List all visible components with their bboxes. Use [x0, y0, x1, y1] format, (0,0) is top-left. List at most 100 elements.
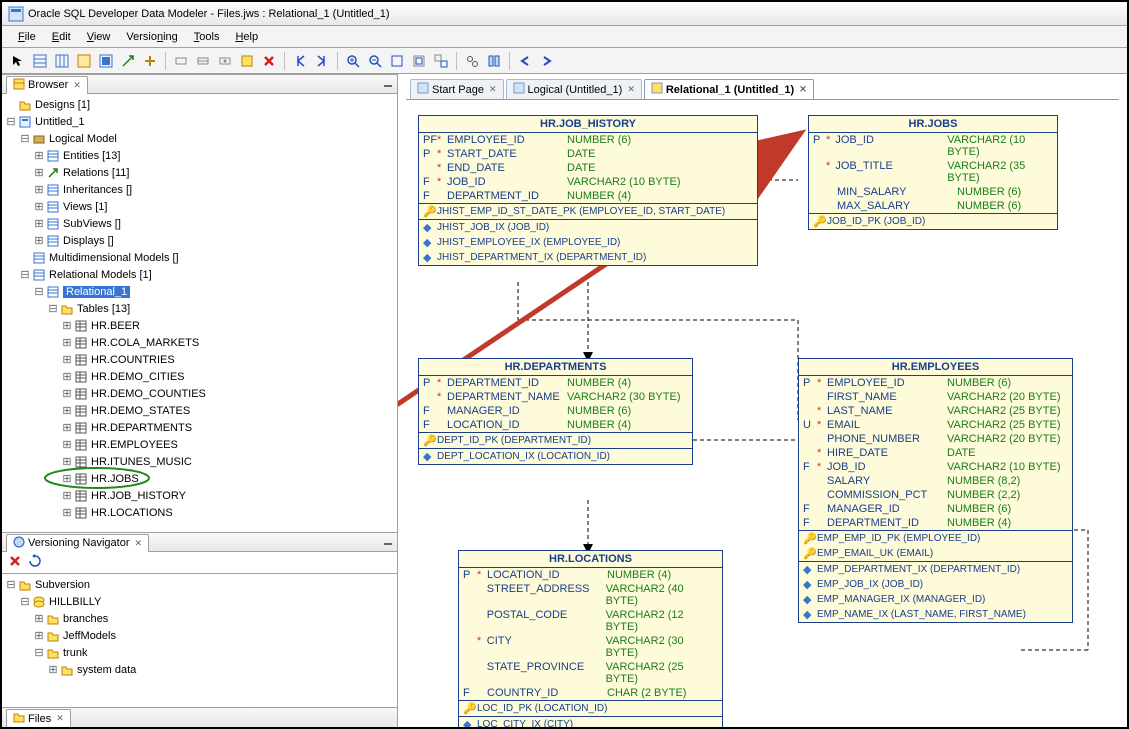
- delete-icon[interactable]: [8, 554, 22, 571]
- vtree-root[interactable]: ⊟ Subversion: [4, 576, 395, 593]
- files-tab[interactable]: Files ✕: [6, 709, 71, 727]
- menu-file[interactable]: File: [12, 29, 42, 45]
- versioning-tab[interactable]: Versioning Navigator ✕: [6, 534, 149, 552]
- menu-view[interactable]: View: [81, 29, 117, 45]
- vtree-sub[interactable]: ⊞ system data: [4, 661, 395, 678]
- close-icon[interactable]: ✕: [489, 84, 497, 95]
- tool-split[interactable]: [484, 51, 504, 71]
- close-icon[interactable]: ✕: [799, 84, 807, 95]
- tool-grid3[interactable]: [74, 51, 94, 71]
- tree-toggle[interactable]: ⊞: [60, 370, 74, 383]
- tree-toggle[interactable]: ⊞: [32, 149, 46, 162]
- editor-tab[interactable]: Relational_1 (Untitled_1) ✕: [644, 79, 814, 99]
- minimize-icon[interactable]: [383, 536, 393, 549]
- tree-toggle[interactable]: ⊞: [32, 234, 46, 247]
- tree-table-HR-DEMO_COUNTIES[interactable]: ⊞ HR.DEMO_COUNTIES: [4, 385, 395, 402]
- tool-first[interactable]: [290, 51, 310, 71]
- diagram-canvas[interactable]: HR.JOB_HISTORY PF* EMPLOYEE_IDNUMBER (6)…: [398, 100, 1127, 727]
- tree-table-HR-DEMO_CITIES[interactable]: ⊞ HR.DEMO_CITIES: [4, 368, 395, 385]
- editor-tab[interactable]: Start Page ✕: [410, 79, 504, 99]
- browser-tab[interactable]: Browser ✕: [6, 76, 88, 94]
- tree-toggle[interactable]: ⊟: [18, 132, 32, 145]
- tree-toggle[interactable]: ⊞: [32, 166, 46, 179]
- entity-HR-LOCATIONS[interactable]: HR.LOCATIONS P* LOCATION_IDNUMBER (4) ST…: [458, 550, 723, 727]
- vtree-folder[interactable]: ⊞ JeffModels: [4, 627, 395, 644]
- menu-tools[interactable]: Tools: [188, 29, 226, 45]
- menu-edit[interactable]: Edit: [46, 29, 77, 45]
- tree-toggle[interactable]: ⊟: [18, 595, 32, 608]
- tool-rect1[interactable]: [171, 51, 191, 71]
- tree-relmodels[interactable]: ⊟ Relational Models [1]: [4, 266, 395, 283]
- close-icon[interactable]: ✕: [135, 538, 143, 549]
- tool-last[interactable]: [312, 51, 332, 71]
- tree-logical-child[interactable]: ⊞ SubViews []: [4, 215, 395, 232]
- tree-toggle[interactable]: ⊞: [32, 612, 46, 625]
- tool-zoom-out[interactable]: [365, 51, 385, 71]
- tree-table-HR-DEMO_STATES[interactable]: ⊞ HR.DEMO_STATES: [4, 402, 395, 419]
- tree-tables[interactable]: ⊟ Tables [13]: [4, 300, 395, 317]
- tool-find[interactable]: [462, 51, 482, 71]
- tool-grid4[interactable]: [96, 51, 116, 71]
- versioning-tree[interactable]: ⊟ Subversion ⊟ HILLBILLY ⊞ branches ⊞ Je…: [2, 574, 397, 707]
- tree-relational1[interactable]: ⊟ Relational_1: [4, 283, 395, 300]
- tree-table-HR-BEER[interactable]: ⊞ HR.BEER: [4, 317, 395, 334]
- close-icon[interactable]: ✕: [73, 80, 81, 91]
- tree-toggle[interactable]: ⊟: [32, 646, 46, 659]
- tool-delete[interactable]: [259, 51, 279, 71]
- close-icon[interactable]: ✕: [627, 84, 635, 95]
- tool-arrow[interactable]: [118, 51, 138, 71]
- entity-HR-JOB_HISTORY[interactable]: HR.JOB_HISTORY PF* EMPLOYEE_IDNUMBER (6)…: [418, 115, 758, 266]
- tree-toggle[interactable]: ⊟: [18, 268, 32, 281]
- browser-tree[interactable]: Designs [1] ⊟ Untitled_1 ⊟ Logical Model…: [2, 94, 397, 532]
- tool-pointer[interactable]: [8, 51, 28, 71]
- minimize-icon[interactable]: [383, 78, 393, 91]
- refresh-icon[interactable]: [28, 554, 42, 571]
- tool-grid1[interactable]: [30, 51, 50, 71]
- entity-HR-JOBS[interactable]: HR.JOBS P* JOB_IDVARCHAR2 (10 BYTE) * JO…: [808, 115, 1058, 230]
- tree-toggle[interactable]: ⊞: [60, 353, 74, 366]
- tool-fit2[interactable]: [409, 51, 429, 71]
- tree-toggle[interactable]: ⊞: [60, 489, 74, 502]
- tree-table-HR-DEPARTMENTS[interactable]: ⊞ HR.DEPARTMENTS: [4, 419, 395, 436]
- tree-toggle[interactable]: ⊞: [32, 200, 46, 213]
- tree-toggle[interactable]: ⊞: [60, 455, 74, 468]
- tree-toggle[interactable]: ⊞: [32, 629, 46, 642]
- tool-expand[interactable]: [140, 51, 160, 71]
- tree-table-HR-JOB_HISTORY[interactable]: ⊞ HR.JOB_HISTORY: [4, 487, 395, 504]
- tree-toggle[interactable]: ⊞: [60, 506, 74, 519]
- tree-logical-child[interactable]: ⊞ Displays []: [4, 232, 395, 249]
- menu-versioning[interactable]: Versioning: [120, 29, 183, 45]
- tree-toggle[interactable]: ⊟: [4, 578, 18, 591]
- tree-toggle[interactable]: ⊞: [46, 663, 60, 676]
- tree-toggle[interactable]: ⊞: [60, 421, 74, 434]
- tree-logical-child[interactable]: ⊞ Inheritances []: [4, 181, 395, 198]
- tree-toggle[interactable]: ⊞: [60, 472, 74, 485]
- tree-table-HR-COUNTRIES[interactable]: ⊞ HR.COUNTRIES: [4, 351, 395, 368]
- tree-toggle[interactable]: ⊞: [60, 336, 74, 349]
- vtree-repo[interactable]: ⊟ HILLBILLY: [4, 593, 395, 610]
- tree-table-HR-ITUNES_MUSIC[interactable]: ⊞ HR.ITUNES_MUSIC: [4, 453, 395, 470]
- tree-table-HR-JOBS[interactable]: ⊞ HR.JOBS: [4, 470, 395, 487]
- tree-toggle[interactable]: ⊟: [32, 285, 46, 298]
- tree-design[interactable]: ⊟ Untitled_1: [4, 113, 395, 130]
- tree-toggle[interactable]: ⊟: [4, 115, 18, 128]
- tree-toggle[interactable]: ⊞: [32, 183, 46, 196]
- close-icon[interactable]: ✕: [56, 713, 64, 724]
- tree-toggle[interactable]: ⊞: [60, 404, 74, 417]
- tree-logical[interactable]: ⊟ Logical Model: [4, 130, 395, 147]
- tool-fit3[interactable]: [431, 51, 451, 71]
- tree-logical-child[interactable]: ⊞ Relations [11]: [4, 164, 395, 181]
- tree-toggle[interactable]: ⊞: [60, 438, 74, 451]
- tree-table-HR-EMPLOYEES[interactable]: ⊞ HR.EMPLOYEES: [4, 436, 395, 453]
- tree-toggle[interactable]: ⊟: [46, 302, 60, 315]
- tree-logical-child[interactable]: ⊞ Entities [13]: [4, 147, 395, 164]
- tree-toggle[interactable]: ⊞: [60, 387, 74, 400]
- tree-table-HR-LOCATIONS[interactable]: ⊞ HR.LOCATIONS: [4, 504, 395, 521]
- entity-HR-DEPARTMENTS[interactable]: HR.DEPARTMENTS P* DEPARTMENT_IDNUMBER (4…: [418, 358, 693, 465]
- tool-fit[interactable]: [387, 51, 407, 71]
- tool-rect3[interactable]: [215, 51, 235, 71]
- tree-designs[interactable]: Designs [1]: [4, 96, 395, 113]
- tool-note[interactable]: [237, 51, 257, 71]
- tree-toggle[interactable]: ⊞: [32, 217, 46, 230]
- tool-zoom-in[interactable]: [343, 51, 363, 71]
